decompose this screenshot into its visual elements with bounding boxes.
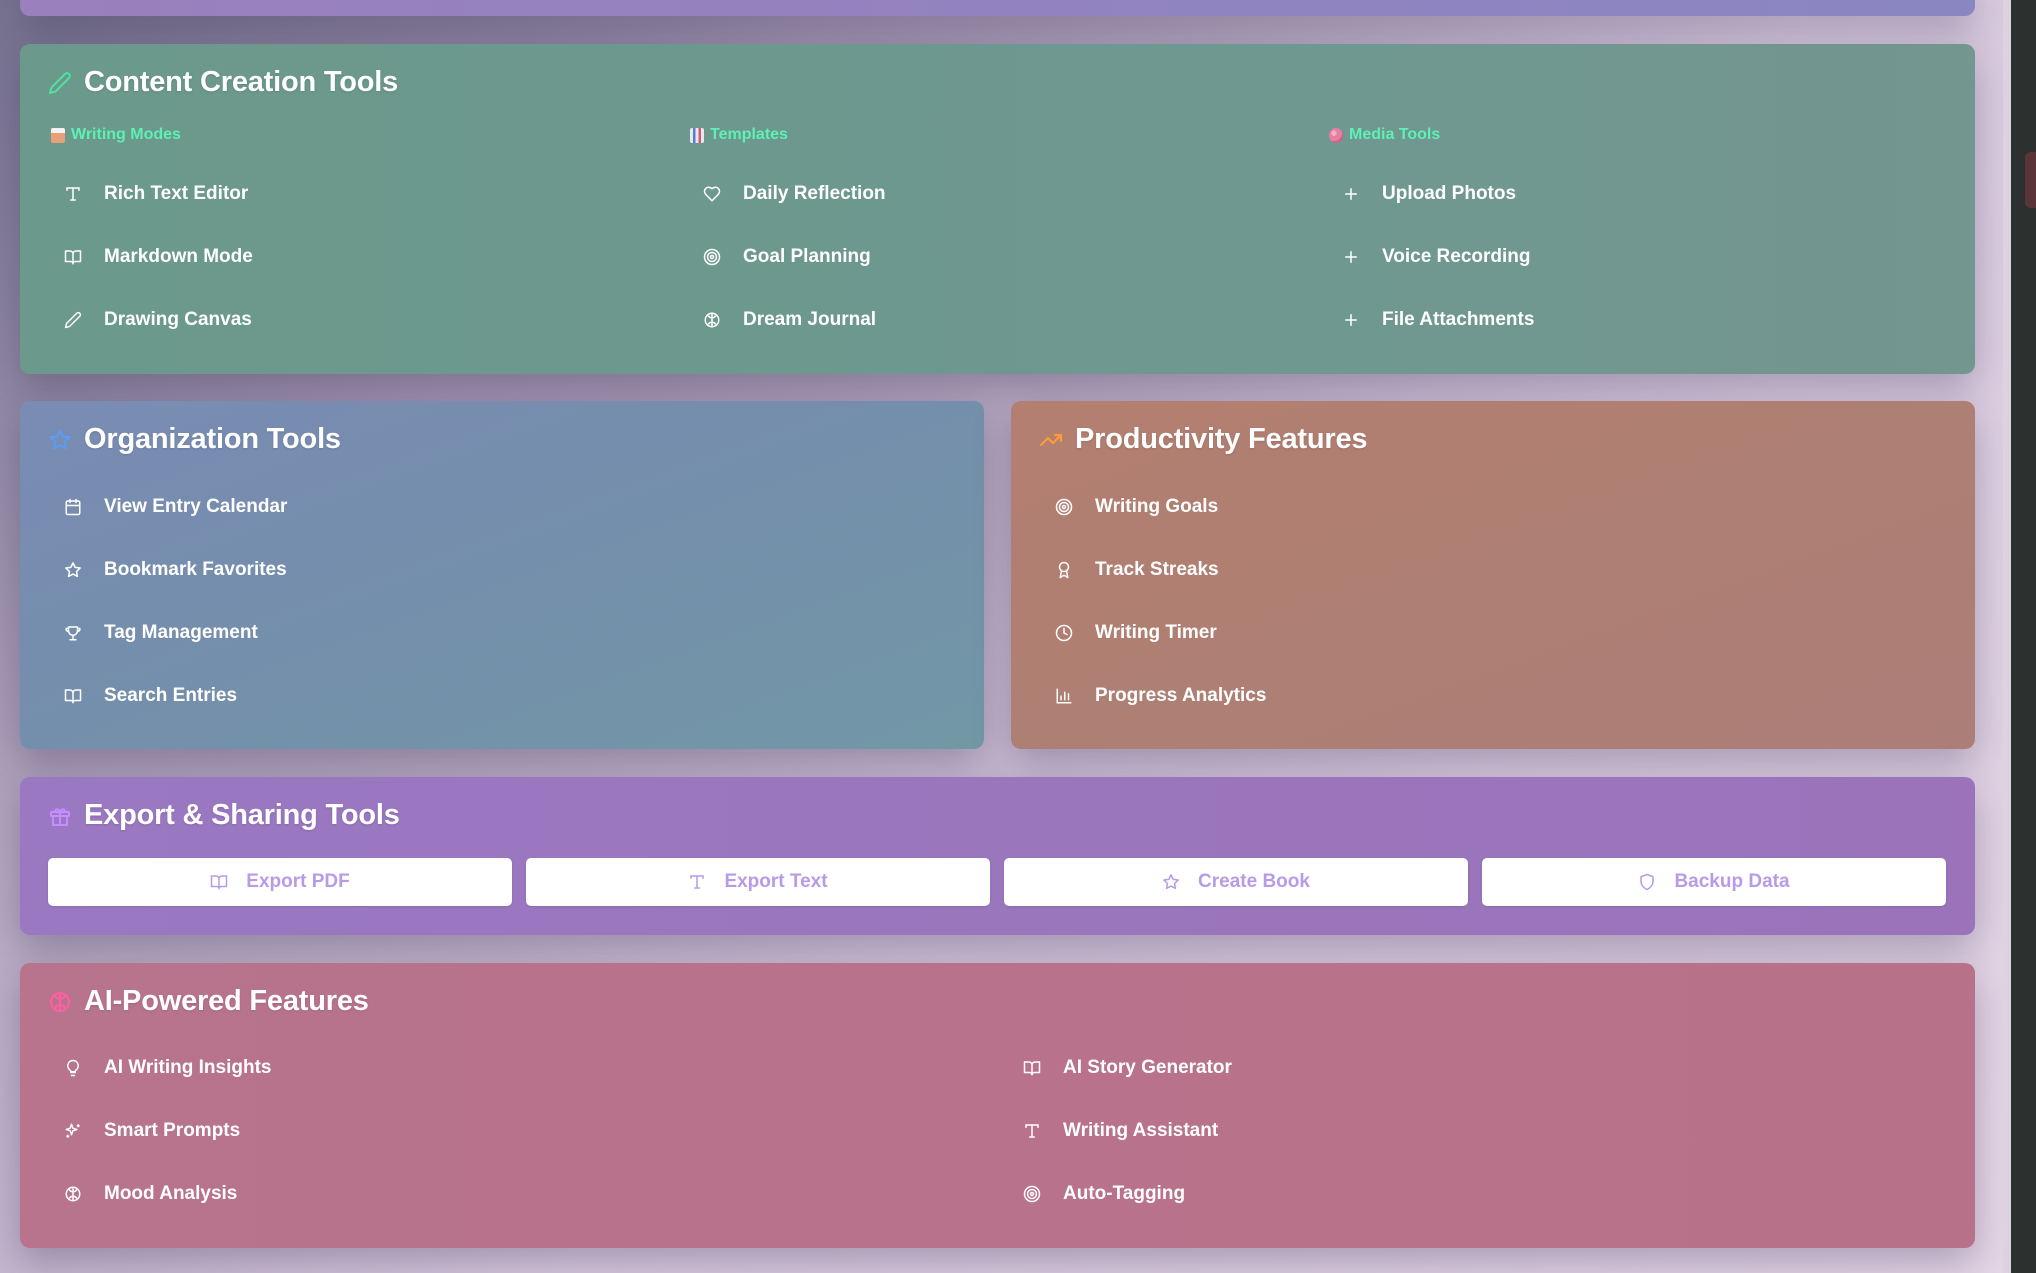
dream-journal-item[interactable]: Dream Journal [703,302,876,338]
ai-title: AI-Powered Features [48,985,369,1018]
file-attachments-item[interactable]: File Attachments [1342,302,1534,338]
clock-icon [1055,624,1073,642]
trending-up-icon [1039,428,1063,452]
target-icon [1055,498,1073,516]
view-entry-calendar-item[interactable]: View Entry Calendar [64,489,287,525]
productivity-card: Productivity Features Writing Goals Trac… [1011,401,1975,749]
chart-emoji-icon [690,127,704,143]
organization-card: Organization Tools View Entry Calendar B… [20,401,984,749]
rich-text-editor-item[interactable]: Rich Text Editor [64,176,248,212]
brain-icon [703,311,721,329]
pencil-icon [64,311,82,329]
tag-management-item[interactable]: Tag Management [64,615,258,651]
lightbulb-icon [64,1059,82,1077]
productivity-title: Productivity Features [1039,423,1368,456]
book-icon [210,873,228,891]
markdown-mode-item[interactable]: Markdown Mode [64,239,253,275]
create-book-button[interactable]: Create Book [1004,858,1468,906]
star-icon [1162,873,1180,891]
writing-timer-item[interactable]: Writing Timer [1055,615,1217,651]
track-streaks-item[interactable]: Track Streaks [1055,552,1219,588]
goal-planning-item[interactable]: Goal Planning [703,239,871,275]
export-card: Export & Sharing Tools Export PDF Export… [20,777,1975,935]
trophy-icon [64,624,82,642]
voice-recording-item[interactable]: Voice Recording [1342,239,1531,275]
brain-icon [64,1185,82,1203]
bookmark-favorites-item[interactable]: Bookmark Favorites [64,552,287,588]
search-entries-item[interactable]: Search Entries [64,678,237,714]
plus-icon [1342,311,1360,329]
smart-prompts-item[interactable]: Smart Prompts [64,1113,240,1149]
document-emoji-icon [51,127,65,143]
ai-writing-insights-item[interactable]: AI Writing Insights [64,1050,271,1086]
palette-emoji-icon [1329,127,1343,143]
star-icon [48,428,72,452]
mood-analysis-item[interactable]: Mood Analysis [64,1176,237,1212]
target-icon [1023,1185,1041,1203]
writing-goals-item[interactable]: Writing Goals [1055,489,1218,525]
progress-analytics-item[interactable]: Progress Analytics [1055,678,1266,714]
type-icon [64,185,82,203]
drawing-canvas-item[interactable]: Drawing Canvas [64,302,252,338]
target-icon [703,248,721,266]
book-icon [1023,1059,1041,1077]
heart-icon [703,185,721,203]
backup-data-button[interactable]: Backup Data [1482,858,1946,906]
gift-icon [48,804,72,828]
daily-reflection-item[interactable]: Daily Reflection [703,176,886,212]
award-icon [1055,561,1073,579]
plus-icon [1342,185,1360,203]
brain-icon [48,990,72,1014]
shield-icon [1638,873,1656,891]
content-creation-title: Content Creation Tools [48,66,398,99]
pencil-icon [48,71,72,95]
export-title: Export & Sharing Tools [48,799,400,832]
previous-section-card [20,0,1975,16]
type-icon [1023,1122,1041,1140]
book-icon [64,687,82,705]
content-creation-title-text: Content Creation Tools [84,66,399,98]
organization-title: Organization Tools [48,423,341,456]
media-tools-heading: Media Tools [1329,126,1440,144]
ai-story-generator-item[interactable]: AI Story Generator [1023,1050,1232,1086]
writing-modes-heading: Writing Modes [51,126,181,144]
templates-heading: Templates [690,126,788,144]
star-icon [64,561,82,579]
type-icon [688,873,706,891]
ai-card: AI-Powered Features AI Writing Insights … [20,963,1975,1248]
export-pdf-button[interactable]: Export PDF [48,858,512,906]
auto-tagging-item[interactable]: Auto-Tagging [1023,1176,1185,1212]
book-icon [64,248,82,266]
scrollbar-track[interactable] [2003,0,2011,1273]
calendar-icon [64,498,82,516]
content-creation-card: Content Creation Tools Writing Modes Ric… [20,44,1975,374]
export-text-button[interactable]: Export Text [526,858,990,906]
bar-chart-icon [1055,687,1073,705]
scrollbar-thumb[interactable] [2025,152,2036,208]
plus-icon [1342,248,1360,266]
upload-photos-item[interactable]: Upload Photos [1342,176,1516,212]
writing-assistant-item[interactable]: Writing Assistant [1023,1113,1218,1149]
sparkles-icon [64,1122,82,1140]
